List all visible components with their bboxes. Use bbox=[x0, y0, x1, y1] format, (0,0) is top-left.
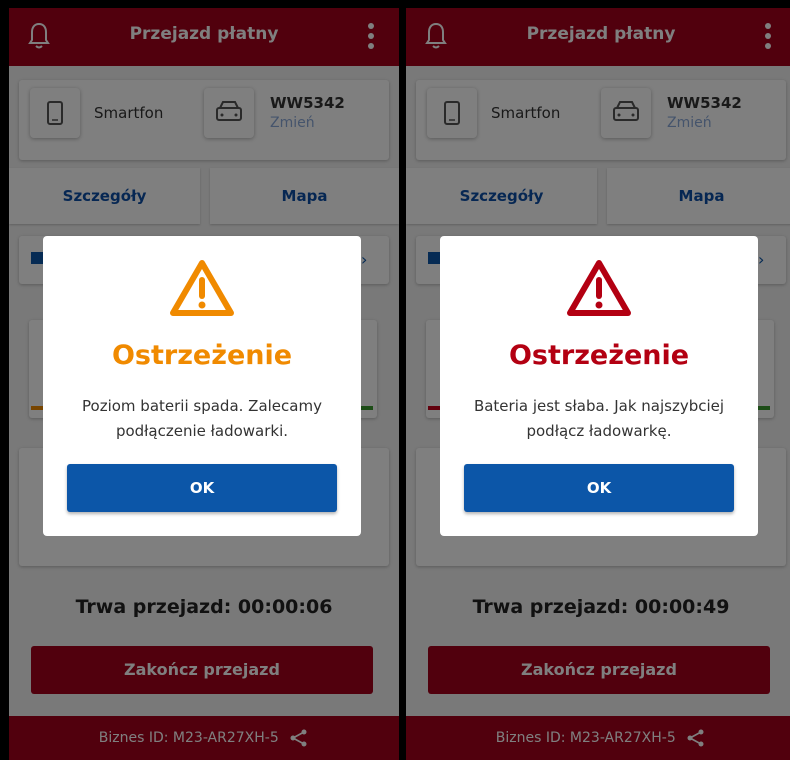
phone-screen-1: Przejazd płatny Smartfon WW5342 Zmień Sz… bbox=[9, 8, 399, 760]
dialog-message: Poziom baterii spada. Zalecamy podłączen… bbox=[82, 397, 322, 440]
warning-icon bbox=[567, 260, 631, 316]
dialog-message: Bateria jest słaba. Jak najszybciej podł… bbox=[473, 397, 725, 440]
warning-dialog: Ostrzeżenie Poziom baterii spada. Zaleca… bbox=[43, 236, 361, 536]
dialog-title: Ostrzeżenie bbox=[111, 340, 293, 371]
warning-dialog: Ostrzeżenie Bateria jest słaba. Jak najs… bbox=[440, 236, 758, 536]
dialog-title: Ostrzeżenie bbox=[508, 340, 690, 371]
phone-screen-2: Przejazd płatny Smartfon WW5342 Zmień Sz… bbox=[406, 8, 790, 760]
warning-icon bbox=[170, 260, 234, 316]
ok-button[interactable]: OK bbox=[464, 464, 734, 512]
ok-button[interactable]: OK bbox=[67, 464, 337, 512]
